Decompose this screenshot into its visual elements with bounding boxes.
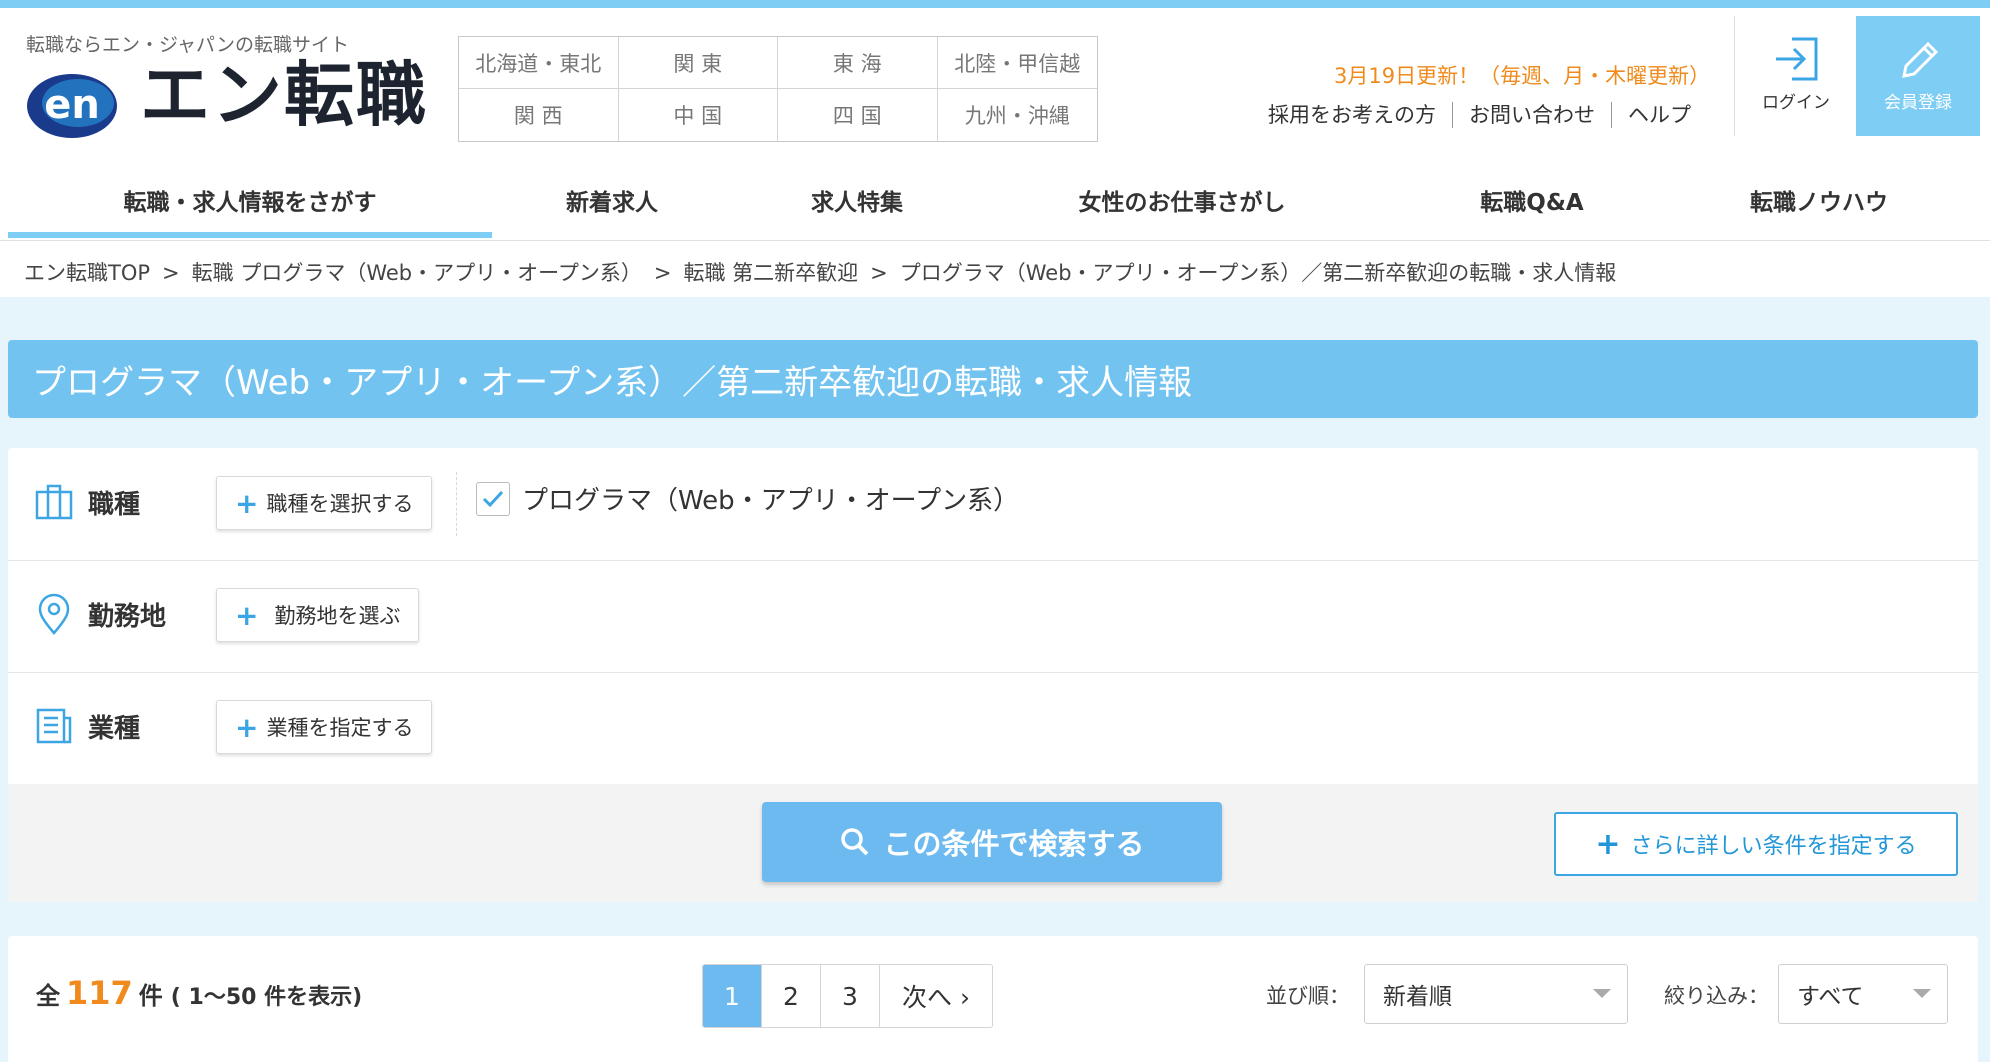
more-conditions-label: さらに詳しい条件を指定する bbox=[1630, 834, 1917, 859]
location-label: 勤務地 bbox=[88, 602, 167, 632]
page-1[interactable]: 1 bbox=[703, 965, 761, 1027]
selected-job-type[interactable]: プログラマ（Web・アプリ・オープン系） bbox=[476, 480, 1019, 517]
search-icon bbox=[841, 828, 869, 856]
plus-icon: + bbox=[235, 598, 259, 632]
region-shikoku[interactable]: 四 国 bbox=[778, 89, 938, 141]
search-button[interactable]: この条件で検索する bbox=[762, 802, 1222, 882]
select-location-button[interactable]: + 勤務地を選ぶ bbox=[216, 588, 420, 642]
site-header: 転職ならエン・ジャパンの転職サイト en エン転職 北海道・東北 関 東 東 海… bbox=[0, 8, 1990, 160]
breadcrumb: エン転職TOP > 転職 プログラマ（Web・アプリ・オープン系） > 転職 第二新卒歓… bbox=[0, 241, 1990, 297]
nav-qa[interactable]: 転職Q&A bbox=[1382, 160, 1682, 240]
job-type-label: 職種 bbox=[88, 490, 141, 520]
result-range: ( 1～50 件を表示) bbox=[170, 985, 363, 1010]
result-total: 117 bbox=[66, 974, 133, 1012]
site-tagline: 転職ならエン・ジャパンの転職サイト bbox=[26, 34, 350, 56]
login-label: ログイン bbox=[1762, 93, 1830, 113]
register-button[interactable]: 会員登録 bbox=[1856, 16, 1980, 136]
select-job-type-label: 職種を選択する bbox=[266, 492, 414, 516]
link-help[interactable]: ヘルプ bbox=[1611, 102, 1707, 128]
link-contact[interactable]: お問い合わせ bbox=[1452, 102, 1611, 128]
login-icon bbox=[1776, 37, 1818, 81]
region-tokai[interactable]: 東 海 bbox=[778, 37, 938, 89]
condition-row-industry: 業種 + 業種を指定する bbox=[8, 672, 1978, 785]
page-2[interactable]: 2 bbox=[761, 965, 820, 1027]
search-button-label: この条件で検索する bbox=[883, 827, 1145, 861]
briefcase-icon bbox=[35, 484, 73, 520]
region-selector: 北海道・東北 関 東 東 海 北陸・甲信越 関 西 中 国 四 国 九州・沖縄 bbox=[458, 36, 1098, 142]
header-links: 採用をお考えの方 お問い合わせ ヘルプ bbox=[1268, 102, 1707, 128]
result-count: 全 117 件 ( 1～50 件を表示) bbox=[36, 974, 362, 1012]
select-location-label: 勤務地を選ぶ bbox=[274, 604, 401, 628]
nav-features[interactable]: 求人特集 bbox=[732, 160, 982, 240]
checkmark-icon bbox=[482, 490, 504, 507]
selected-job-type-label: プログラマ（Web・アプリ・オープン系） bbox=[522, 486, 1020, 516]
document-list-icon bbox=[36, 708, 72, 744]
site-logo-text[interactable]: エン転職 bbox=[140, 60, 428, 130]
register-label: 会員登録 bbox=[1884, 93, 1952, 113]
en-logo-icon[interactable]: en bbox=[26, 72, 118, 140]
select-industry-button[interactable]: + 業種を指定する bbox=[216, 700, 433, 754]
chevron-down-icon bbox=[1913, 989, 1931, 998]
nav-knowhow[interactable]: 転職ノウハウ bbox=[1682, 160, 1956, 240]
nav-new-jobs[interactable]: 新着求人 bbox=[492, 160, 732, 240]
breadcrumb-separator: > bbox=[162, 261, 180, 285]
result-count-unit: 件 bbox=[138, 982, 163, 1010]
breadcrumb-separator: > bbox=[653, 261, 672, 285]
region-kanto[interactable]: 関 東 bbox=[618, 37, 778, 89]
breadcrumb-top[interactable]: エン転職TOP bbox=[24, 261, 150, 285]
divider bbox=[456, 472, 457, 536]
location-pin-icon bbox=[38, 593, 70, 635]
pencil-icon bbox=[1902, 41, 1939, 78]
result-count-prefix: 全 bbox=[36, 982, 60, 1010]
plus-icon: + bbox=[1595, 826, 1621, 862]
results-bar: 全 117 件 ( 1～50 件を表示) 1 2 3 次へ › 並び順： 新着順 絞り… bbox=[8, 936, 1978, 1062]
filter-dropdown[interactable]: すべて bbox=[1778, 964, 1948, 1024]
plus-icon: + bbox=[235, 710, 259, 744]
page-3[interactable]: 3 bbox=[820, 965, 879, 1027]
select-industry-label: 業種を指定する bbox=[266, 716, 414, 740]
link-for-employers[interactable]: 採用をお考えの方 bbox=[1268, 102, 1452, 128]
condition-row-location: 勤務地 + 勤務地を選ぶ bbox=[8, 560, 1978, 673]
sort-dropdown[interactable]: 新着順 bbox=[1364, 964, 1628, 1024]
logo-en-text: en bbox=[44, 82, 100, 128]
region-chugoku[interactable]: 中 国 bbox=[619, 89, 778, 141]
sort-label: 並び順： bbox=[1266, 984, 1350, 1008]
search-action-area: この条件で検索する + さらに詳しい条件を指定する bbox=[8, 784, 1978, 902]
next-page-button[interactable]: 次へ › bbox=[879, 965, 992, 1027]
condition-row-job-type: 職種 + 職種を選択する プログラマ（Web・アプリ・オープン系） bbox=[8, 448, 1978, 561]
filter-value: すべて bbox=[1797, 984, 1864, 1010]
nav-search-jobs[interactable]: 転職・求人情報をさがす bbox=[8, 160, 492, 240]
page-title: プログラマ（Web・アプリ・オープン系）／第二新卒歓迎の転職・求人情報 bbox=[8, 340, 1978, 418]
region-kansai[interactable]: 関 西 bbox=[459, 89, 619, 141]
more-conditions-button[interactable]: + さらに詳しい条件を指定する bbox=[1554, 812, 1958, 876]
chevron-down-icon bbox=[1593, 989, 1611, 998]
region-kyushu-okinawa[interactable]: 九州・沖縄 bbox=[938, 89, 1098, 141]
breadcrumb-separator: > bbox=[870, 261, 888, 285]
select-job-type-button[interactable]: + 職種を選択する bbox=[216, 476, 433, 530]
login-button[interactable]: ログイン bbox=[1734, 16, 1858, 136]
breadcrumb-current: プログラマ（Web・アプリ・オープン系）／第二新卒歓迎の転職・求人情報 bbox=[899, 261, 1617, 285]
main-nav: 転職・求人情報をさがす 新着求人 求人特集 女性のお仕事さがし 転職Q&A 転職… bbox=[0, 160, 1990, 241]
breadcrumb-second-grad[interactable]: 転職 第二新卒歓迎 bbox=[683, 261, 858, 285]
pagination: 1 2 3 次へ › bbox=[702, 964, 993, 1028]
search-conditions-panel: 職種 + 職種を選択する プログラマ（Web・アプリ・オープン系） 勤務地 + … bbox=[8, 448, 1978, 902]
region-hokkaido-tohoku[interactable]: 北海道・東北 bbox=[459, 37, 619, 89]
filter-label: 絞り込み： bbox=[1664, 984, 1769, 1008]
top-accent-bar bbox=[0, 0, 1990, 8]
nav-women-jobs[interactable]: 女性のお仕事さがし bbox=[982, 160, 1382, 240]
nav-active-indicator bbox=[8, 232, 492, 238]
region-hokuriku[interactable]: 北陸・甲信越 bbox=[937, 37, 1097, 89]
update-notice: 3月19日更新！（毎週、月・木曜更新） bbox=[1334, 64, 1711, 88]
breadcrumb-programmer[interactable]: 転職 プログラマ（Web・アプリ・オープン系） bbox=[192, 261, 642, 285]
industry-label: 業種 bbox=[88, 714, 141, 744]
plus-icon: + bbox=[235, 486, 259, 520]
sort-value: 新着順 bbox=[1383, 984, 1452, 1010]
job-type-checkbox[interactable] bbox=[476, 481, 510, 516]
